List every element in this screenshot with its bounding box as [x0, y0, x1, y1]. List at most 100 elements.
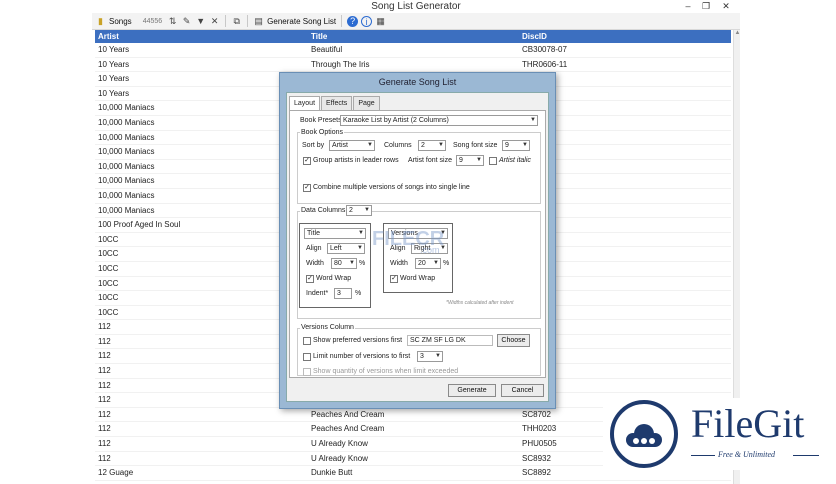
- tab-layout[interactable]: Layout: [289, 96, 321, 110]
- title-cell: Through The Iris: [311, 59, 370, 69]
- column-1-align-value: Left: [330, 245, 342, 252]
- show-quantity-checkbox[interactable]: [303, 368, 311, 376]
- artist-cell: 10CC: [98, 293, 119, 303]
- grid-icon[interactable]: ▦: [375, 16, 386, 27]
- artist-font-size-select[interactable]: 9 ▼: [456, 155, 484, 166]
- group-artists-checkbox[interactable]: ✓: [303, 157, 311, 165]
- discid-cell: CB30078-07: [522, 45, 567, 54]
- artist-italic-checkbox[interactable]: [489, 157, 497, 165]
- discid-cell: THR0606-11: [522, 59, 568, 69]
- show-preferred-checkbox[interactable]: [303, 337, 311, 345]
- limit-versions-checkbox[interactable]: [303, 353, 311, 361]
- artist-cell: 10 Years: [98, 45, 130, 54]
- info-icon[interactable]: i: [361, 15, 373, 27]
- book-presets-value: Karaoke List by Artist (2 Columns): [343, 117, 449, 124]
- limit-versions-label: Limit number of versions to first: [313, 353, 411, 360]
- column-1-width-stepper[interactable]: 80 ▼: [331, 258, 357, 269]
- artist-cell: 10CC: [98, 278, 119, 288]
- sort-icon[interactable]: ⇅: [167, 16, 178, 27]
- artist-cell: 100 Proof Aged In Soul: [98, 220, 181, 230]
- column-1-width-label: Width: [306, 260, 324, 267]
- toolbar: ▮ Songs 44556 ⇅ ✎ ▼ ✕ ⧉ ▤ Generate Song …: [92, 13, 740, 30]
- column-header-artist[interactable]: Artist: [98, 30, 119, 43]
- column-1-indent-value: 3: [337, 290, 341, 297]
- choose-button[interactable]: Choose: [497, 334, 530, 347]
- column-header-discid[interactable]: DiscID: [522, 30, 547, 43]
- column-2-width-unit: %: [443, 260, 450, 267]
- help-icon[interactable]: ?: [347, 15, 359, 27]
- artist-cell: 10CC: [98, 234, 119, 244]
- title-cell: U Already Know: [311, 453, 368, 463]
- filter-icon[interactable]: ▼: [195, 16, 206, 27]
- book-options-label: Book Options: [300, 129, 345, 136]
- copy-icon[interactable]: ⧉: [231, 16, 242, 27]
- toolbar-separator: [225, 15, 227, 27]
- versions-column-label: Versions Column: [300, 324, 355, 331]
- book-presets-select[interactable]: Karaoke List by Artist (2 Columns) ▼: [340, 115, 538, 126]
- column-1-word-wrap-checkbox[interactable]: ✓: [306, 275, 314, 283]
- column-1-indent-stepper[interactable]: 3: [334, 288, 352, 299]
- filegit-tagline: Free & Unlimited: [718, 450, 776, 459]
- window-title: Song List Generator: [92, 0, 740, 13]
- cancel-button[interactable]: Cancel: [501, 384, 544, 397]
- column-header-title[interactable]: Title: [311, 30, 327, 43]
- artist-cell: 112: [98, 395, 111, 405]
- generate-button[interactable]: Generate: [448, 384, 496, 397]
- artist-cell: 10,000 Maniacs: [98, 205, 155, 215]
- column-2-width-value: 20: [418, 260, 426, 267]
- dialog-title: Generate Song List: [378, 77, 457, 87]
- columns-select[interactable]: 2 ▼: [418, 140, 446, 151]
- limit-versions-select[interactable]: 3 ▼: [417, 351, 443, 362]
- column-1-field-select[interactable]: Title ▼: [304, 228, 366, 239]
- table-row[interactable]: 10 Years Beautiful CB30078-07: [95, 43, 731, 58]
- scroll-up-icon[interactable]: ▲: [734, 30, 741, 36]
- group-artists-label: Group artists in leader rows: [313, 157, 399, 164]
- songs-label[interactable]: Songs: [109, 17, 132, 26]
- edit-icon[interactable]: ✎: [181, 16, 192, 27]
- combine-versions-checkbox[interactable]: ✓: [303, 184, 311, 192]
- cloud-icon: [626, 424, 662, 447]
- discid-cell: SC8702: [522, 409, 551, 419]
- sort-by-select[interactable]: Artist ▼: [329, 140, 375, 151]
- data-columns-select[interactable]: 2 ▼: [346, 205, 372, 216]
- artist-cell: 12 Guage: [98, 468, 134, 478]
- artist-font-size-value: 9: [459, 157, 463, 164]
- delete-icon[interactable]: ✕: [209, 16, 220, 27]
- data-columns-value: 2: [349, 207, 353, 214]
- tagline-rule-left: [691, 455, 715, 456]
- generate-song-list-button[interactable]: Generate Song List: [267, 17, 336, 26]
- column-1-indent-unit: %: [355, 290, 362, 297]
- song-font-size-label: Song font size: [453, 142, 498, 149]
- column-2-word-wrap-checkbox[interactable]: ✓: [390, 275, 398, 283]
- dialog-tabs: Layout Effects Page: [289, 96, 381, 110]
- column-2-width-stepper[interactable]: 20 ▼: [415, 258, 441, 269]
- filegit-brand: FileGit: [691, 401, 805, 446]
- artist-cell: 112: [98, 409, 111, 419]
- title-cell: Peaches And Cream: [311, 424, 385, 434]
- chevron-down-icon: ▼: [530, 117, 536, 123]
- column-1-align-select[interactable]: Left ▼: [327, 243, 365, 254]
- columns-label: Columns: [384, 142, 412, 149]
- song-font-size-value: 9: [505, 142, 509, 149]
- column-1-word-wrap-label: Word Wrap: [316, 275, 352, 282]
- tab-effects[interactable]: Effects: [321, 96, 353, 110]
- tab-page[interactable]: Page: [353, 96, 380, 110]
- column-2-width-label: Width: [390, 260, 408, 267]
- toolbar-separator: [247, 15, 249, 27]
- restore-icon[interactable]: ❐: [696, 0, 716, 13]
- artist-cell: 10CC: [98, 307, 119, 317]
- song-font-size-select[interactable]: 9 ▼: [502, 140, 530, 151]
- chevron-down-icon: ▼: [367, 142, 373, 148]
- generate-icon[interactable]: ▤: [253, 16, 264, 27]
- artist-cell: 10,000 Maniacs: [98, 103, 155, 113]
- preferred-versions-input[interactable]: SC ZM SF LG DK: [407, 335, 493, 346]
- chevron-down-icon: ▼: [349, 260, 355, 266]
- artist-font-size-label: Artist font size: [408, 157, 452, 164]
- column-1-width-value: 80: [334, 260, 342, 267]
- close-icon[interactable]: ✕: [716, 0, 736, 13]
- column-1-align-label: Align: [306, 245, 322, 252]
- table-row[interactable]: 10 Years Through The Iris THR0606-11: [95, 58, 731, 73]
- minimize-icon[interactable]: –: [678, 0, 698, 13]
- artist-cell: 112: [98, 424, 111, 434]
- artist-cell: 10 Years: [98, 74, 130, 84]
